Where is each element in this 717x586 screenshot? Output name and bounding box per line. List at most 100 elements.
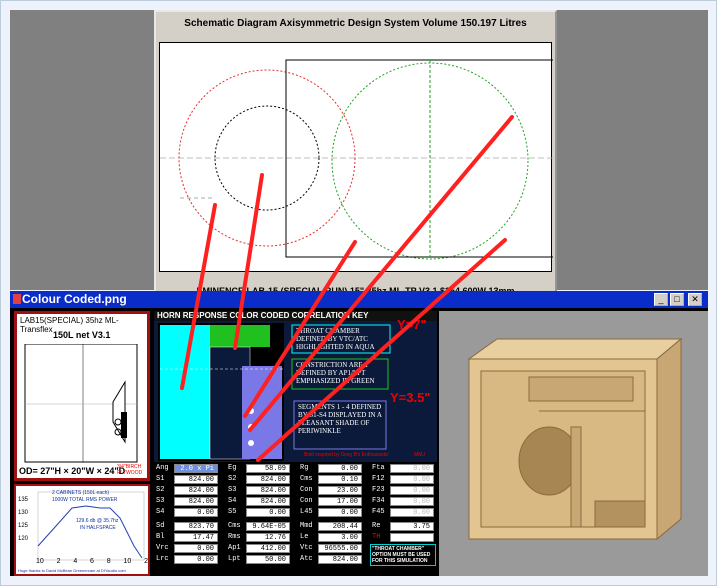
param-value[interactable]: 12.76 [246, 533, 290, 542]
param-value[interactable]: 824.00 [246, 475, 290, 484]
param-value[interactable]: 50.00 [246, 555, 290, 564]
graph-note: IN HALFSPACE [80, 525, 116, 531]
param-label: S1 [156, 475, 165, 483]
param-value[interactable]: 0.00 [390, 464, 434, 473]
key-mmj: MMJ [414, 452, 425, 458]
y-tick: 120 [18, 536, 29, 542]
param-value[interactable]: 824.00 [246, 497, 290, 506]
param-label: Cms [228, 522, 241, 530]
param-value[interactable]: 824.00 [246, 486, 290, 495]
param-value[interactable]: 0.00 [318, 508, 362, 517]
key-credit: Bold inspired by Greg B's Enthusiastic [304, 452, 389, 458]
param-label: Fta [372, 464, 385, 472]
x-tick: 10 [36, 558, 44, 565]
param-label: F45 [372, 508, 385, 516]
param-value[interactable]: 824.00 [174, 497, 218, 506]
graph-note: 129.6 db @ 35.7hz [76, 518, 119, 524]
param-value[interactable]: 0.10 [318, 475, 362, 484]
maximize-button[interactable]: □ [670, 293, 684, 306]
param-value[interactable]: 17.00 [318, 497, 362, 506]
param-value[interactable]: 3.00 [318, 533, 362, 542]
param-value[interactable]: 0.00 [174, 544, 218, 553]
y35-label: Y=3.5" [390, 390, 431, 405]
cabinet-drawing-panel: LAB15(SPECIAL) 35hz ML-Transflex 150L ne… [14, 311, 150, 481]
param-value[interactable]: 0.00 [390, 486, 434, 495]
param-label: Ap1 [228, 544, 241, 552]
spl-graph-panel: 135 130 125 120 2 CABINETS (150L each) 1… [14, 484, 150, 576]
param-value[interactable]: 0.00 [390, 497, 434, 506]
param-label: TH [372, 533, 381, 541]
param-label: Atc [300, 555, 313, 563]
param-label: Con [300, 486, 313, 494]
cabinet-subheading: 150L net V3.1 [53, 330, 111, 340]
y-tick: 135 [18, 497, 29, 503]
param-value[interactable]: 17.47 [174, 533, 218, 542]
graph-credit: Huge thanks to David McBean Greenercam a… [18, 568, 126, 573]
x-tick: 8 [106, 558, 111, 565]
y-tick: 130 [18, 510, 29, 516]
param-value[interactable]: 0.00 [390, 475, 434, 484]
param-label: Lpt [228, 555, 241, 563]
parameter-grid: Ang 2.0 x Pi Eg 58.09 Rg 0.00 Fta 0.00 S1 824.00 S… [154, 464, 437, 574]
param-value[interactable]: 23.00 [318, 486, 362, 495]
param-label: S5 [228, 508, 237, 516]
schematic-window[interactable]: Schematic Diagram Axisymmetric Design Sy… [154, 10, 557, 310]
param-label: S3 [156, 497, 165, 505]
minimize-button[interactable]: _ [654, 293, 668, 306]
param-label: F12 [372, 475, 385, 483]
cabinet-material: 3/4"BIRCH PLYWOOD [117, 464, 143, 476]
param-label: Rms [228, 533, 241, 541]
param-value[interactable]: 0.00 [318, 464, 362, 473]
cabinet-dimensions: OD= 27"H × 20"W × 24"D [19, 466, 126, 476]
param-value[interactable]: 824.00 [318, 555, 362, 564]
param-value[interactable]: 208.44 [318, 522, 362, 531]
desktop-area-right [556, 10, 708, 290]
param-label: S2 [156, 486, 165, 494]
param-label: Eg [228, 464, 237, 472]
graph-note: 2 CABINETS (150L each) [52, 490, 110, 496]
param-label: S4 [228, 497, 237, 505]
throat-chamber-note: "THROAT CHAMBER" OPTION MUST BE USED FOR… [370, 544, 436, 566]
param-label: Vtc [300, 544, 313, 552]
param-value[interactable]: 0.00 [246, 508, 290, 517]
graph-note: 1000W TOTAL RMS POWER [52, 497, 118, 503]
param-value[interactable]: 0.00 [174, 508, 218, 517]
param-value[interactable]: 824.00 [174, 475, 218, 484]
param-label: Le [300, 533, 309, 541]
param-value[interactable]: 2.0 x Pi [174, 464, 218, 473]
param-label: Lrc [156, 555, 169, 563]
param-label: F34 [372, 497, 385, 505]
close-button[interactable]: ✕ [688, 293, 702, 306]
window-title: Colour Coded.png [22, 292, 127, 306]
param-value[interactable]: 3.75 [390, 522, 434, 531]
y7-label: Y=7" [397, 317, 427, 332]
param-label: Rg [300, 464, 309, 472]
param-value[interactable]: 0.00 [390, 508, 434, 517]
param-label: Cms [300, 475, 313, 483]
param-label: Bl [156, 533, 165, 541]
schematic-drawing [160, 59, 555, 260]
x-tick: 2 [144, 558, 148, 565]
param-value[interactable]: 0.00 [174, 555, 218, 564]
key-box-segments: SEGMENTS 1 - 4 DEFINED BY S1-S4 DISPLAYE… [298, 403, 382, 435]
x-tick: 2 [56, 558, 61, 565]
param-value[interactable]: 412.00 [246, 544, 290, 553]
x-tick: 10 [123, 558, 132, 565]
param-label: Sd [156, 522, 165, 530]
param-label: F23 [372, 486, 385, 494]
image-file-icon [13, 294, 21, 304]
param-label: Mmd [300, 522, 313, 530]
param-value[interactable]: 823.70 [174, 522, 218, 531]
x-tick: 4 [73, 558, 78, 565]
param-label: S2 [228, 475, 237, 483]
param-value[interactable] [390, 533, 434, 542]
param-value[interactable]: 58.09 [246, 464, 290, 473]
param-value[interactable]: 824.00 [174, 486, 218, 495]
param-label: S4 [156, 508, 165, 516]
key-box-constriction: CONSTRICTION AREA DEFINED BY AP1/LPT EMP… [296, 361, 375, 385]
param-value[interactable]: 96555.00 [318, 544, 362, 553]
key-heading: HORN RESPONSE COLOR CODED CORRELATION KE… [154, 311, 437, 321]
param-value[interactable]: 9.64E-05 [246, 522, 290, 531]
x-tick: 6 [90, 558, 94, 565]
y-tick: 125 [18, 523, 29, 529]
